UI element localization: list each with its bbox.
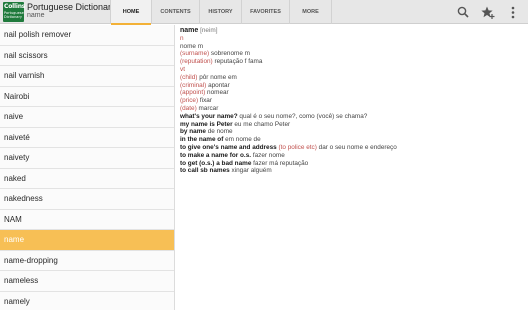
- part-of-speech-verb: vt: [180, 65, 185, 73]
- sense-label: (appoint): [180, 89, 206, 97]
- list-item[interactable]: naivety: [0, 148, 174, 169]
- tab-favorites[interactable]: FAVORITES: [242, 0, 290, 24]
- example-label: (to police etc): [278, 143, 317, 151]
- list-item[interactable]: namely: [0, 292, 174, 310]
- list-item[interactable]: naiveté: [0, 128, 174, 148]
- tab-contents[interactable]: CONTENTS: [152, 0, 200, 24]
- action-bar: Collins Portuguese Dictionary Portuguese…: [0, 0, 528, 25]
- sense-label: (reputation): [180, 58, 213, 66]
- example-translation: dar o seu nome e endereço: [318, 143, 397, 151]
- sense-label: (date): [180, 104, 197, 112]
- list-item[interactable]: nail polish remover: [0, 25, 174, 46]
- list-item[interactable]: nail varnish: [0, 66, 174, 87]
- entry-heading: name [neim]: [180, 27, 528, 35]
- example-translation: fazer má reputação: [253, 159, 309, 167]
- example-translation: de nome: [207, 128, 233, 136]
- example-translation: em nome de: [225, 136, 261, 144]
- tab-more[interactable]: MORE: [290, 0, 332, 24]
- overflow-menu-icon[interactable]: [505, 4, 521, 20]
- example-translation: xingar alguém: [231, 167, 272, 175]
- list-item[interactable]: name-dropping: [0, 251, 174, 271]
- app-logo: Collins Portuguese Dictionary: [3, 2, 26, 22]
- search-icon[interactable]: [455, 4, 471, 20]
- sense-translation: sobrenome m: [210, 50, 250, 58]
- sense-line: (child) pôr nome em: [180, 74, 528, 82]
- sense-translation: marcar: [198, 104, 219, 112]
- sense-label: (price): [180, 97, 199, 105]
- list-item[interactable]: nakedness: [0, 189, 174, 210]
- example-line: in the name of em nome de: [180, 136, 528, 144]
- example-translation: eu me chamo Peter: [234, 120, 291, 128]
- example-phrase: in the name of: [180, 136, 224, 144]
- tab-home[interactable]: HOME: [110, 0, 152, 25]
- example-phrase: to get (o.s.) a bad name: [180, 159, 252, 167]
- app-subtitle: name: [27, 12, 45, 19]
- example-line: what's your name? qual é o seu nome?, co…: [180, 113, 528, 121]
- example-phrase: my name is Peter: [180, 120, 233, 128]
- sense-translation: nome m: [180, 42, 204, 50]
- favorite-star-icon[interactable]: [480, 4, 496, 20]
- example-line: to make a name for o.s. fazer nome: [180, 152, 528, 160]
- example-line: to call sb names xingar alguém: [180, 167, 528, 175]
- word-list: nail polish remover nail scissors nail v…: [0, 25, 175, 310]
- list-item[interactable]: NAM: [0, 210, 174, 230]
- sense-line: (date) marcar: [180, 105, 528, 113]
- tab-history[interactable]: HISTORY: [200, 0, 242, 24]
- list-item[interactable]: Nairobi: [0, 87, 174, 107]
- list-item[interactable]: naked: [0, 169, 174, 189]
- sense-translation: fixar: [199, 97, 212, 105]
- sense-line: (price) fixar: [180, 97, 528, 105]
- sense-label: (surname): [180, 50, 210, 58]
- example-line: to get (o.s.) a bad name fazer má reputa…: [180, 160, 528, 168]
- example-phrase: to make a name for o.s.: [180, 151, 252, 159]
- logo-caption-text: Portuguese Dictionary: [4, 11, 24, 19]
- sense-line: (criminal) apontar: [180, 82, 528, 90]
- sense-line: (appoint) nomear: [180, 89, 528, 97]
- example-translation: fazer nome: [252, 151, 285, 159]
- example-line: my name is Peter eu me chamo Peter: [180, 121, 528, 129]
- logo-brand-text: Collins: [4, 3, 26, 10]
- sense-line: (reputation) reputação f fama: [180, 58, 528, 66]
- phonetic: [neim]: [200, 27, 218, 34]
- sense-line: (surname) sobrenome m: [180, 50, 528, 58]
- tab-bar: HOME CONTENTS HISTORY FAVORITES MORE: [110, 0, 332, 25]
- headword: name: [180, 27, 199, 34]
- example-phrase: by name: [180, 128, 206, 136]
- list-item[interactable]: nail scissors: [0, 46, 174, 66]
- sense-translation: reputação f fama: [214, 58, 263, 66]
- list-item-selected[interactable]: name: [0, 230, 174, 251]
- sense-translation: pôr nome em: [199, 73, 237, 81]
- example-phrase: what's your name?: [180, 112, 238, 120]
- list-item[interactable]: naive: [0, 107, 174, 128]
- app-title: Portuguese Dictionary: [27, 2, 116, 12]
- example-translation: qual é o seu nome?, como (você) se chama…: [239, 112, 368, 120]
- sense-translation: apontar: [208, 81, 230, 89]
- list-item[interactable]: nameless: [0, 271, 174, 292]
- sense-translation: nomear: [207, 89, 229, 97]
- sense-label: (criminal): [180, 81, 207, 89]
- example-line: to give one's name and address (to polic…: [180, 144, 528, 152]
- example-phrase: to call sb names: [180, 167, 230, 175]
- dictionary-entry: name [neim] n nome m (surname) sobrenome…: [176, 25, 528, 310]
- example-phrase: to give one's name and address: [180, 143, 277, 151]
- example-line: by name de nome: [180, 128, 528, 136]
- part-of-speech-noun: n: [180, 34, 184, 42]
- sense-label: (child): [180, 73, 198, 81]
